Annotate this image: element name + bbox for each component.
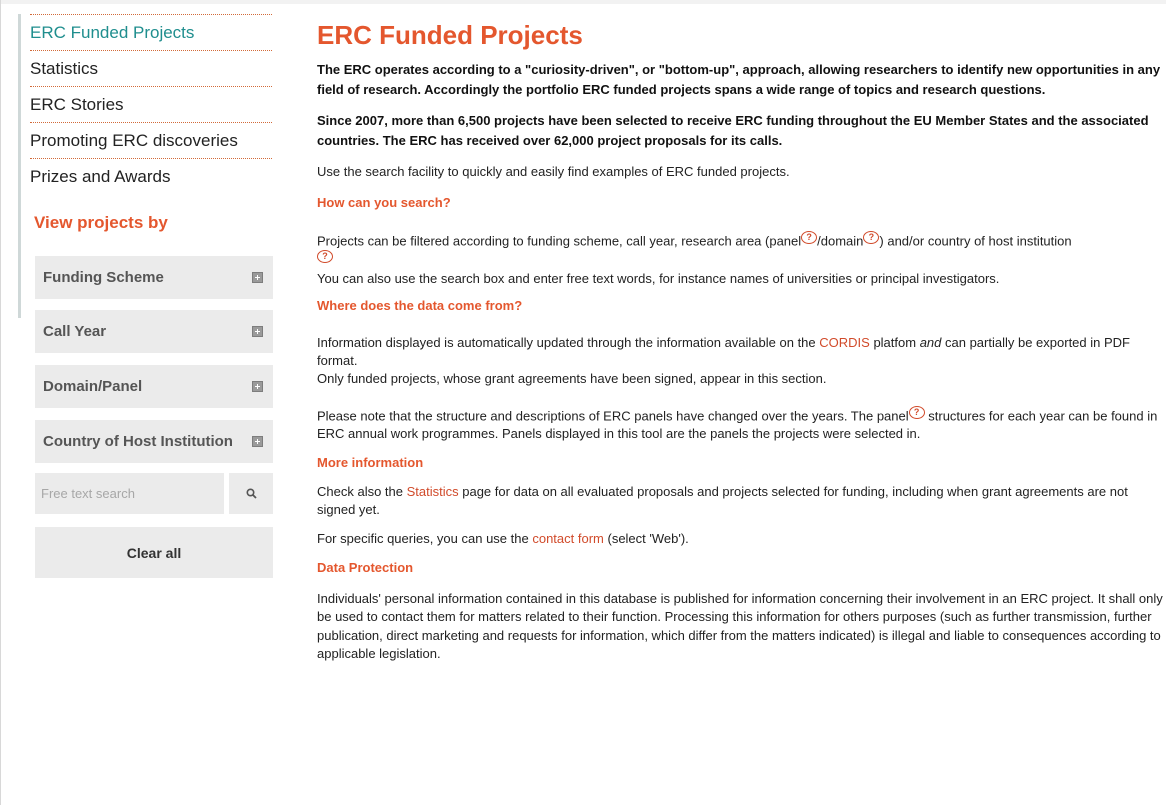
filter-label: Call Year bbox=[43, 323, 107, 340]
where-text-a: Information displayed is automatically u… bbox=[317, 334, 820, 350]
section-heading-more: More information bbox=[317, 454, 424, 470]
main-content: ERC Funded Projects The ERC operates acc… bbox=[317, 20, 1166, 664]
panel-note-paragraph: Please note that the structure and descr… bbox=[317, 405, 1166, 443]
how-text-a: Projects can be filtered according to fu… bbox=[317, 233, 802, 249]
where-text-and: and bbox=[919, 334, 942, 350]
plus-icon bbox=[252, 326, 263, 337]
plus-icon bbox=[252, 381, 263, 392]
how-paragraph-1: Projects can be filtered according to fu… bbox=[317, 231, 1166, 270]
contact-form-link[interactable]: contact form bbox=[532, 531, 604, 546]
search-icon bbox=[245, 488, 257, 499]
how-text-b: /domain bbox=[817, 233, 864, 249]
more-text-a: Check also the bbox=[317, 483, 407, 499]
plus-icon bbox=[252, 436, 263, 447]
where-paragraph-1: Information displayed is automatically u… bbox=[317, 334, 1166, 370]
section-heading-data-protection: Data Protection bbox=[317, 559, 414, 575]
data-protection-paragraph: Individuals' personal information contai… bbox=[317, 590, 1163, 662]
section-heading-where: Where does the data come from? bbox=[317, 297, 523, 313]
sidebar-item-promoting-erc-discoveries[interactable]: Promoting ERC discoveries bbox=[30, 123, 272, 159]
cordis-link[interactable]: CORDIS bbox=[819, 335, 870, 350]
where-text-b: platfom bbox=[869, 334, 920, 350]
clear-all-button[interactable]: Clear all bbox=[35, 527, 273, 578]
filter-domain-panel-button[interactable]: Domain/Panel bbox=[35, 365, 273, 408]
sidebar-item-statistics[interactable]: Statistics bbox=[30, 51, 272, 87]
more2-text-a: For specific queries, you can use the bbox=[317, 530, 533, 546]
how-paragraph-2: You can also use the search box and ente… bbox=[317, 270, 1000, 286]
where-paragraph-2: Only funded projects, whose grant agreem… bbox=[317, 370, 827, 386]
help-icon-domain[interactable]: ? bbox=[863, 231, 880, 244]
sidebar-nav: ERC Funded Projects Statistics ERC Stori… bbox=[30, 14, 272, 195]
sidebar-item-prizes-and-awards[interactable]: Prizes and Awards bbox=[30, 159, 272, 195]
search-button[interactable] bbox=[229, 473, 273, 514]
help-icon-panel-structures[interactable]: ? bbox=[908, 405, 925, 419]
statistics-link[interactable]: Statistics bbox=[407, 484, 459, 499]
intro-paragraph-2: Since 2007, more than 6,500 projects hav… bbox=[317, 113, 1149, 148]
left-frame-line bbox=[0, 0, 1, 805]
more-paragraph-1: Check also the Statistics page for data … bbox=[317, 483, 1166, 519]
filter-label: Country of Host Institution bbox=[43, 433, 233, 450]
top-frame-line bbox=[0, 0, 1166, 4]
sidebar: ERC Funded Projects Statistics ERC Stori… bbox=[18, 14, 274, 249]
view-projects-heading: View projects by bbox=[34, 213, 168, 232]
note-text-a: Please note that the structure and descr… bbox=[317, 407, 909, 423]
search-input[interactable] bbox=[35, 473, 224, 514]
more2-text-b: (select 'Web'). bbox=[603, 530, 689, 546]
filter-funding-scheme-button[interactable]: Funding Scheme bbox=[35, 256, 273, 299]
intro-paragraph-1: The ERC operates according to a "curiosi… bbox=[317, 62, 1161, 97]
help-icon-panel[interactable]: ? bbox=[801, 231, 818, 244]
plus-icon bbox=[252, 272, 263, 283]
sidebar-item-erc-stories[interactable]: ERC Stories bbox=[30, 87, 272, 123]
help-icon-country[interactable]: ? bbox=[317, 250, 333, 264]
filter-country-of-host-institution-button[interactable]: Country of Host Institution bbox=[35, 420, 273, 463]
section-heading-how: How can you search? bbox=[317, 195, 451, 210]
sidebar-item-erc-funded-projects[interactable]: ERC Funded Projects bbox=[30, 14, 272, 51]
more-paragraph-2: For specific queries, you can use the co… bbox=[317, 530, 1166, 548]
filter-label: Funding Scheme bbox=[43, 269, 164, 286]
use-search-text: Use the search facility to quickly and e… bbox=[317, 164, 790, 179]
how-text-c: ) and/or country of host institution bbox=[879, 233, 1072, 249]
page-title: ERC Funded Projects bbox=[317, 20, 583, 50]
filter-label: Domain/Panel bbox=[43, 378, 143, 395]
free-text-search bbox=[35, 473, 273, 514]
filter-call-year-button[interactable]: Call Year bbox=[35, 310, 273, 353]
